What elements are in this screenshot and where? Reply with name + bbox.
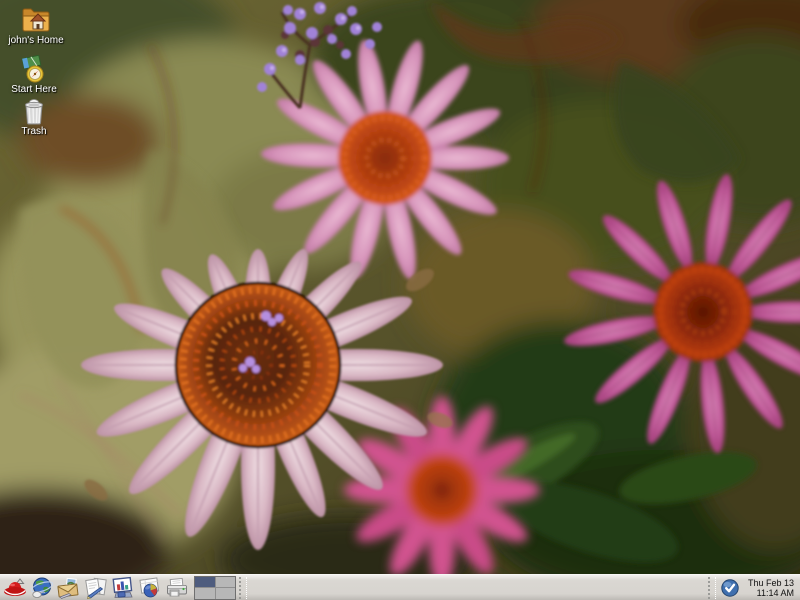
desktop-icon-label: john's Home <box>8 35 63 47</box>
workspace-1-active[interactable] <box>195 577 215 588</box>
desktop-icon-trash[interactable]: Trash <box>1 98 67 138</box>
wallpaper-coneflowers-photo <box>0 0 800 574</box>
main-menu-button[interactable] <box>2 576 28 600</box>
desktop-icon-label: Trash <box>21 126 46 138</box>
workspace-4[interactable] <box>216 588 236 599</box>
redhat-fedora-icon <box>2 576 28 600</box>
web-browser-launcher[interactable] <box>29 576 55 600</box>
home-folder-icon <box>20 4 52 34</box>
update-notification-button[interactable] <box>719 577 741 599</box>
workspace-2[interactable] <box>216 577 236 588</box>
desktop-icon-johns-home[interactable]: john's Home <box>3 4 69 47</box>
print-manager-launcher[interactable] <box>164 576 190 600</box>
panel-drag-handle-right[interactable] <box>708 577 716 599</box>
documents-pen-icon <box>83 576 109 600</box>
clock[interactable]: Thu Feb 13 11:14 AM <box>748 578 794 598</box>
globe-mouse-icon <box>29 576 55 600</box>
clock-date: Thu Feb 13 <box>748 578 794 588</box>
pie-chart-sheet-icon <box>137 576 163 600</box>
envelope-photo-icon <box>56 576 82 600</box>
panel-drag-handle-left[interactable] <box>239 577 247 599</box>
bottom-panel: Thu Feb 13 11:14 AM <box>0 574 800 600</box>
trash-can-icon <box>19 98 49 125</box>
update-check-icon <box>720 578 740 598</box>
spreadsheet-launcher[interactable] <box>137 576 163 600</box>
desktop: john's Home Start Here Trash <box>0 0 800 600</box>
word-processor-launcher[interactable] <box>83 576 109 600</box>
desktop-icon-start-here[interactable]: Start Here <box>1 55 67 96</box>
presentation-launcher[interactable] <box>110 576 136 600</box>
bar-chart-screen-icon <box>110 576 136 600</box>
email-launcher[interactable] <box>56 576 82 600</box>
start-here-compass-icon <box>18 55 50 83</box>
workspace-switcher[interactable] <box>194 576 236 600</box>
clock-time: 11:14 AM <box>748 588 794 598</box>
printer-icon <box>164 576 190 600</box>
desktop-icon-label: Start Here <box>11 84 57 96</box>
workspace-3[interactable] <box>195 588 215 599</box>
